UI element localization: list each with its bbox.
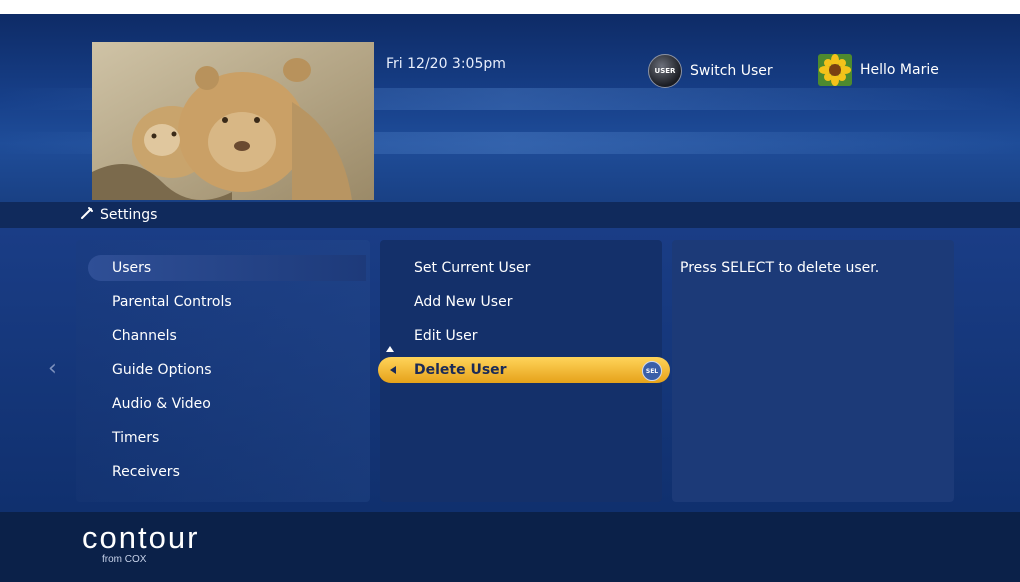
scroll-up-icon: [386, 346, 394, 352]
hero-image-lions: [92, 42, 374, 200]
contour-logo: contour: [82, 520, 200, 555]
switch-user-button[interactable]: USER Switch User: [648, 54, 773, 88]
top-border: [0, 0, 1020, 14]
menu-item-guide-options[interactable]: Guide Options: [112, 362, 212, 378]
switch-user-label: Switch User: [690, 63, 773, 79]
current-user: Hello Marie: [818, 54, 939, 86]
option-add-new-user[interactable]: Add New User: [414, 294, 512, 310]
user-badge-icon: USER: [648, 54, 682, 88]
date-time: Fri 12/20 3:05pm: [386, 56, 506, 72]
menu-item-users[interactable]: Users: [88, 255, 366, 281]
page-title: Settings: [100, 207, 158, 223]
option-delete-user[interactable]: Delete User SEL: [378, 357, 670, 383]
greeting-text: Hello Marie: [860, 62, 939, 78]
wrench-icon: [80, 206, 94, 224]
option-set-current-user[interactable]: Set Current User: [414, 260, 530, 276]
option-edit-user[interactable]: Edit User: [414, 328, 477, 344]
chevron-left-icon[interactable]: ‹: [48, 356, 57, 381]
option-delete-user-label: Delete User: [414, 362, 507, 378]
help-text: Press SELECT to delete user.: [680, 260, 880, 276]
sunflower-avatar-icon: [818, 54, 852, 86]
breadcrumb: Settings: [80, 206, 157, 224]
menu-item-receivers[interactable]: Receivers: [112, 464, 180, 480]
menu-item-audio-video[interactable]: Audio & Video: [112, 396, 211, 412]
select-button-icon: SEL: [642, 361, 662, 381]
help-panel: [672, 240, 954, 502]
logo-subtitle: from COX: [102, 554, 147, 565]
back-arrow-icon: [390, 366, 396, 374]
menu-item-channels[interactable]: Channels: [112, 328, 177, 344]
menu-item-parental-controls[interactable]: Parental Controls: [112, 294, 232, 310]
menu-item-timers[interactable]: Timers: [112, 430, 159, 446]
